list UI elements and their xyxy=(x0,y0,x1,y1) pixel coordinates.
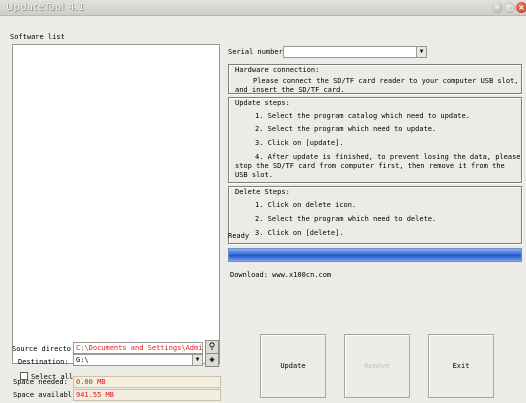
update-steps-title: Update steps: xyxy=(235,99,290,107)
update-step: 3. Click on [update]. xyxy=(255,139,344,147)
binoculars-icon: ⚲ xyxy=(208,342,216,352)
software-list[interactable] xyxy=(12,44,220,364)
update-step: 2. Select the program which need to upda… xyxy=(255,125,437,133)
hardware-connection-title: Hardware connection: xyxy=(235,66,320,74)
update-step: USB slot. xyxy=(235,171,273,179)
progress-bar xyxy=(228,248,522,262)
destination-drive-button[interactable]: ◈ xyxy=(205,353,219,367)
source-label: Source directo xyxy=(12,345,72,353)
exit-button[interactable]: Exit xyxy=(428,334,494,398)
title-bar[interactable]: UpdateTool 4.1 – □ × xyxy=(0,0,526,16)
serial-number-select[interactable]: ▼ xyxy=(283,46,427,58)
delete-steps-group: Delete Steps: 1. Click on delete icon. 2… xyxy=(228,186,522,244)
space-needed-value: 0.00 MB xyxy=(73,376,221,388)
close-button[interactable]: × xyxy=(516,2,526,13)
serial-number-label: Serial number: xyxy=(228,48,288,56)
delete-step: 3. Click on [delete]. xyxy=(255,229,344,237)
delete-step: 1. Click on delete icon. xyxy=(255,201,357,209)
remove-button[interactable]: Remove xyxy=(344,334,410,398)
hardware-line: and insert the SD/TF card. xyxy=(235,86,345,94)
destination-select[interactable]: G:\ ▼ xyxy=(73,354,203,366)
update-step: 1. Select the program catalog which need… xyxy=(255,112,470,120)
space-needed-label: Space needed: xyxy=(13,378,68,386)
update-step: stop the SD/TF card from computer first,… xyxy=(235,162,505,170)
chevron-down-icon[interactable]: ▼ xyxy=(416,47,426,57)
destination-label: Destination: xyxy=(18,358,69,366)
update-step: 4. After update is finished, to prevent … xyxy=(255,153,521,161)
hardware-line: Please connect the SD/TF card reader to … xyxy=(253,77,519,85)
source-directory-field[interactable]: C:\Documents and Settings\Admin xyxy=(73,342,203,354)
maximize-icon: □ xyxy=(505,3,514,12)
drive-icon: ◈ xyxy=(209,355,215,365)
delete-steps-title: Delete Steps: xyxy=(235,188,290,196)
download-link[interactable]: Download: www.x100cn.com xyxy=(230,271,331,279)
destination-value: G:\ xyxy=(76,356,89,364)
hardware-connection-group: Hardware connection: Please connect the … xyxy=(228,64,522,94)
browse-button[interactable]: ⚲ xyxy=(205,340,219,354)
window-title: UpdateTool 4.1 xyxy=(6,2,85,13)
status-text: Ready xyxy=(228,232,250,240)
chevron-down-icon[interactable]: ▼ xyxy=(192,355,202,365)
close-icon: × xyxy=(518,3,525,12)
update-steps-group: Update steps: 1. Select the program cata… xyxy=(228,97,522,183)
update-button[interactable]: Update xyxy=(260,334,326,398)
software-list-label: Software list xyxy=(10,33,65,41)
space-available-label: Space availabl xyxy=(13,391,73,399)
minimize-button[interactable]: – xyxy=(492,2,503,13)
minimize-icon: – xyxy=(495,3,500,12)
maximize-button[interactable]: □ xyxy=(504,2,515,13)
delete-step: 2. Select the program which need to dele… xyxy=(255,215,437,223)
space-available-value: 941.55 MB xyxy=(73,389,221,401)
